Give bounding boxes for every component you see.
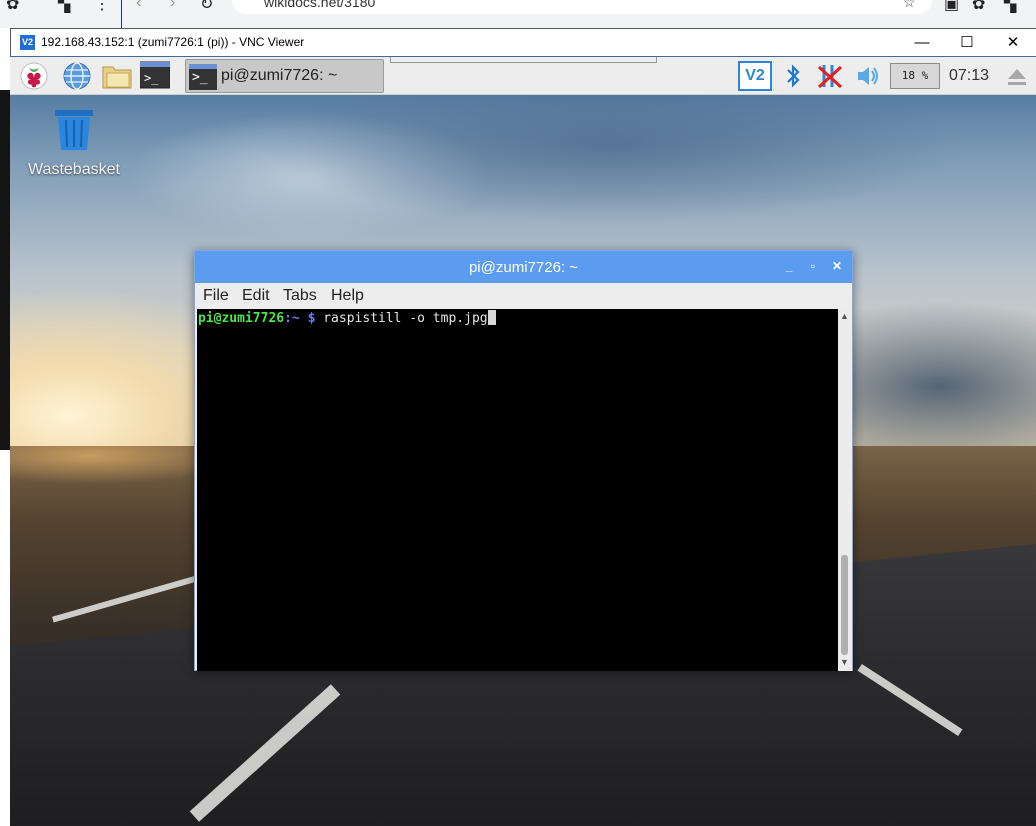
network-disconnected-icon[interactable] [816,61,844,91]
forward-icon[interactable]: › [170,0,175,12]
raspberry-pi-taskbar: >_ >_ pi@zumi7726: ~ V2 18 % 07:13 [10,57,1036,95]
terminal-titlebar[interactable]: pi@zumi7726: ~ _ ▫ ✕ [195,251,852,283]
vnc-tray-icon[interactable]: V2 [738,61,772,91]
scrollbar-thumb[interactable] [841,555,848,655]
bookmark-star-icon[interactable]: ☆ [903,0,916,11]
file-manager-icon[interactable] [101,61,132,91]
terminal-scrollbar[interactable]: ▲ ▼ [838,309,852,671]
terminal-task-icon: >_ [189,64,217,90]
terminal-output[interactable]: pi@zumi7726:~ $ raspistill -o tmp.jpg [197,309,838,671]
close-button[interactable]: ✕ [995,31,1031,55]
vnc-window-title: 192.168.43.152:1 (zumi7726:1 (pi)) - VNC… [41,35,305,49]
scroll-down-arrow-icon[interactable]: ▼ [840,657,849,667]
scroll-up-arrow-icon[interactable]: ▲ [840,311,849,321]
menu-help[interactable]: Help [331,287,364,305]
bluetooth-icon[interactable] [783,61,803,91]
maximize-button[interactable]: ☐ [949,31,985,55]
host-background [0,28,10,826]
cpu-usage-monitor[interactable]: 18 % [890,63,940,89]
web-browser-icon[interactable] [62,61,92,91]
terminal-close-button[interactable]: ✕ [829,258,845,274]
host-window-edge [0,90,10,450]
minimize-button[interactable]: — [904,31,940,55]
taskbar-task-label: pi@zumi7726: ~ [221,67,338,84]
text-cursor [121,0,122,28]
text-cursor-block [487,310,496,325]
terminal-launcher-icon[interactable]: >_ [139,61,171,91]
taskbar-active-terminal[interactable]: >_ pi@zumi7726: ~ [185,59,384,93]
taskbar-separator [390,57,657,63]
vnc-viewer-titlebar[interactable]: V2 192.168.43.152:1 (zumi7726:1 (pi)) - … [10,28,1036,56]
raspberry-menu-icon[interactable] [19,61,49,91]
address-bar-url: wikidocs.net/3180 [264,0,376,10]
back-icon[interactable]: ‹ [136,0,141,12]
extension-icon[interactable]: ✿ [6,0,19,14]
vnc-logo-icon: V2 [20,35,35,50]
bookmark-icon-right[interactable]: ▚ [1004,0,1016,14]
terminal-menubar: File Edit Tabs Help [195,283,852,308]
vnc-tray-glyph: V2 [738,61,772,91]
menu-file[interactable]: File [203,287,229,305]
terminal-minimize-button[interactable]: _ [781,258,797,274]
eject-icon[interactable] [1006,61,1028,91]
reload-icon[interactable]: ↻ [200,0,213,14]
terminal-title: pi@zumi7726: ~ [468,259,579,276]
wastebasket-desktop-icon[interactable]: Wastebasket [24,108,124,179]
clock[interactable]: 07:13 [949,67,989,85]
menu-edit[interactable]: Edit [242,287,270,305]
terminal-window[interactable]: pi@zumi7726: ~ _ ▫ ✕ File Edit Tabs Help… [194,250,853,671]
trash-icon [55,110,93,150]
typed-command: raspistill -o tmp.jpg [315,311,488,326]
prompt-user: pi@zumi7726 [198,311,285,326]
terminal-command-line: pi@zumi7726:~ $ raspistill -o tmp.jpg [198,310,496,326]
more-icon[interactable]: ⋮ [94,0,110,14]
volume-icon[interactable] [855,61,881,91]
host-browser-toolbar: ✿ ▚ ⋮ ‹ › ↻ wikidocs.net/3180 ☆ ▣ ✿ ▚ [0,0,1036,28]
extension-icon-right[interactable]: ▣ [944,0,959,14]
terminal-maximize-button[interactable]: ▫ [805,258,821,274]
prompt-path: :~ $ [284,311,316,326]
wastebasket-label: Wastebasket [28,161,120,178]
bookmark-icon[interactable]: ▚ [58,0,70,14]
puzzle-icon[interactable]: ✿ [972,0,985,14]
menu-tabs[interactable]: Tabs [283,287,317,305]
svg-text:>_: >_ [144,71,159,85]
